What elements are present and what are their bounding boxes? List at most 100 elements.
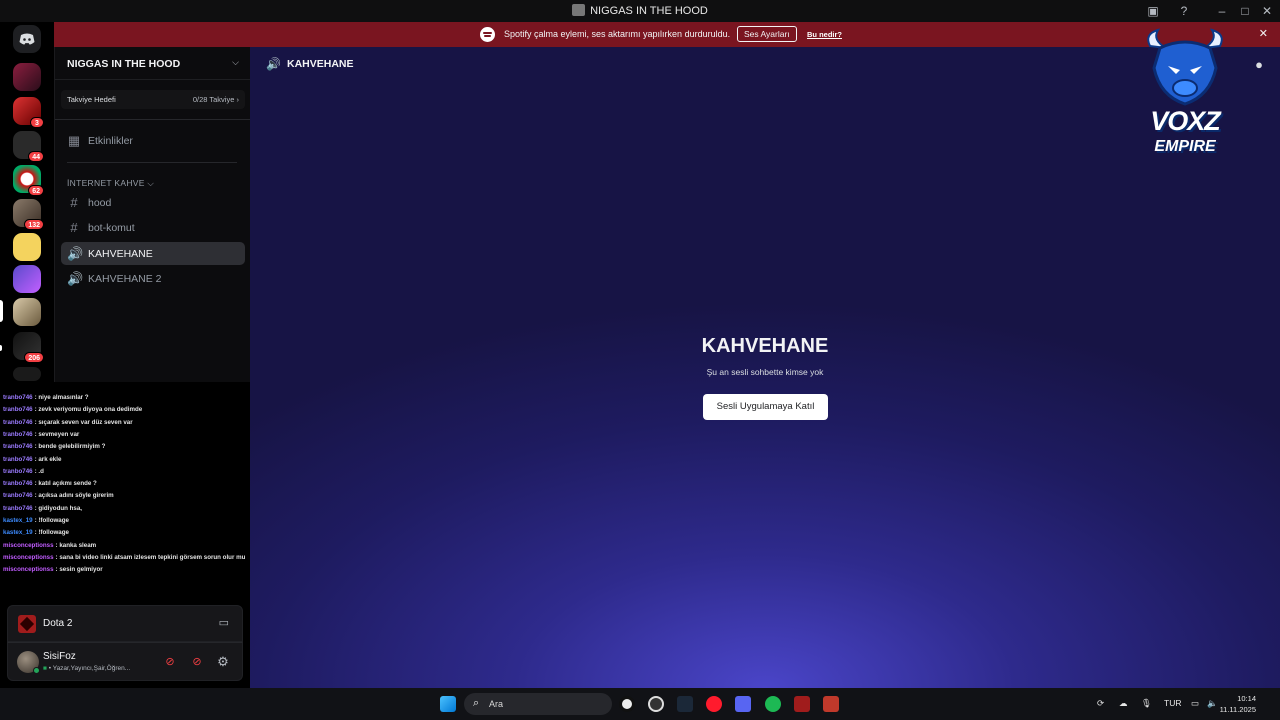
chat-username: tranbo746 xyxy=(3,394,33,401)
chat-username: tranbo746 xyxy=(3,430,33,438)
join-voice-button[interactable]: Sesli Uygulamaya Katıl xyxy=(703,394,828,420)
chat-text: : bende gelebilirmiyim ? xyxy=(34,443,106,451)
channel-category[interactable]: İNTERNET KAHVE ⌵ xyxy=(67,178,154,189)
chat-message: tranbo746: sıçarak seven var düz seven v… xyxy=(3,419,133,426)
channel-bot-komut[interactable]: # bot-komut xyxy=(61,216,245,239)
what-is-this-link[interactable]: Bu nedir? xyxy=(807,30,842,39)
discord-home-icon[interactable] xyxy=(13,25,41,53)
audio-settings-button[interactable]: Ses Ayarları xyxy=(737,26,797,42)
minimize-icon[interactable]: – xyxy=(1214,3,1230,19)
banner-message: Spotify çalma eylemi, ses aktarımı yapıl… xyxy=(504,29,731,39)
boost-count: 0/28 Takviye › xyxy=(192,95,239,104)
close-window-icon[interactable]: ✕ xyxy=(1259,3,1275,19)
close-icon[interactable]: ✕ xyxy=(1259,27,1268,40)
server-icon[interactable]: 3 xyxy=(13,97,44,128)
server-header[interactable]: NIGGAS IN THE HOOD ⌵ xyxy=(55,47,251,80)
chat-bubble-icon[interactable]: ● xyxy=(1255,57,1263,72)
events-item[interactable]: ▦ Etkinlikler xyxy=(61,129,245,152)
server-icon[interactable]: 206 xyxy=(13,332,44,363)
discord-icon[interactable] xyxy=(735,696,751,712)
server-icon[interactable] xyxy=(13,298,41,326)
chat-username: kastex_19 xyxy=(3,517,33,524)
sync-icon[interactable]: ⟳ xyxy=(1097,698,1104,709)
search-icon: ⌕ xyxy=(473,697,480,709)
channel-label: bot-komut xyxy=(88,222,135,234)
chat-text: : !followage xyxy=(34,529,69,537)
server-icon[interactable]: 44 xyxy=(13,131,44,162)
chat-message: misconceptionss: kanka sleam xyxy=(3,542,96,549)
channel-label: KAHVEHANE xyxy=(88,248,153,260)
screen-share-icon[interactable]: ▭ xyxy=(219,616,229,629)
app-icon[interactable] xyxy=(648,696,664,712)
online-status-icon xyxy=(33,667,40,674)
chat-text: : açıksa adını söyle girerim xyxy=(34,492,114,500)
clock-time: 10:14 xyxy=(1237,694,1256,703)
search-placeholder: Ara xyxy=(489,699,504,709)
mic-muted-icon[interactable]: ⊘ xyxy=(161,653,179,671)
server-icon[interactable] xyxy=(13,265,41,293)
chat-message: tranbo746: gidiyodun hsa, xyxy=(3,505,82,512)
chat-message: tranbo746: zevk veriyomu diyoya ona dedi… xyxy=(3,406,142,413)
voice-channel-view: 🔊 KAHVEHANE ● KAHVEHANE Şu an sesli sohb… xyxy=(250,47,1280,688)
channel-kahvehane-2[interactable]: 🔊 KAHVEHANE 2 xyxy=(61,267,245,290)
inbox-icon[interactable]: ▣ xyxy=(1145,3,1161,19)
calendar-icon: ▦ xyxy=(67,133,81,148)
server-icon[interactable] xyxy=(13,367,41,381)
chat-text: : .d xyxy=(34,467,44,475)
chat-message: kastex_19: !followage xyxy=(3,517,69,524)
spotify-icon[interactable] xyxy=(765,696,781,712)
chat-username: misconceptionss xyxy=(3,566,54,574)
gear-icon[interactable]: ⚙ xyxy=(214,653,232,671)
chat-message: misconceptionss: sana bi video linki ats… xyxy=(3,554,245,561)
obs-icon[interactable] xyxy=(619,696,635,712)
stream-chat-overlay: tranbo746: niye almasınlar ? tranbo746: z… xyxy=(0,382,250,602)
chat-message: misconceptionss: sesin gelmiyor xyxy=(3,566,103,573)
volume-icon[interactable]: 🔈 xyxy=(1207,698,1218,709)
empty-voice-subtitle: Şu an sesli sohbette kimse yok xyxy=(706,367,824,377)
microphone-icon[interactable]: 🎙 xyxy=(1141,698,1152,709)
category-label: İNTERNET KAHVE xyxy=(67,178,145,188)
server-icon[interactable]: 132 xyxy=(13,199,44,230)
channel-label: hood xyxy=(88,197,112,209)
server-name: NIGGAS IN THE HOOD xyxy=(67,58,181,70)
server-favicon-icon xyxy=(572,4,586,16)
help-icon[interactable]: ? xyxy=(1176,3,1192,19)
custom-status-text: • Yazar,Yayıncı,Şair,Öğren... xyxy=(48,665,131,672)
boost-goal-bar[interactable]: Takviye Hedefi 0/28 Takviye › xyxy=(61,90,245,109)
channel-kahvehane[interactable]: 🔊 KAHVEHANE xyxy=(61,242,245,265)
username[interactable]: SisiFoz xyxy=(43,651,76,662)
game-name: Dota 2 xyxy=(43,618,73,629)
chat-username: misconceptionss xyxy=(3,541,54,549)
server-rail: 3 44 62 132 206 xyxy=(0,22,54,382)
steam-icon[interactable] xyxy=(677,696,693,712)
server-icon[interactable]: 62 xyxy=(13,165,44,196)
server-icon[interactable] xyxy=(13,233,41,261)
divider xyxy=(67,162,237,163)
hashtag-icon: # xyxy=(70,195,78,210)
chat-username: misconceptionss xyxy=(3,553,54,561)
cloud-icon[interactable]: ☁ xyxy=(1119,698,1128,709)
mention-badge: 3 xyxy=(30,117,44,128)
taskbar-search[interactable]: ⌕ Ara xyxy=(464,693,612,715)
mention-badge: 132 xyxy=(24,219,44,230)
network-icon[interactable]: ▭ xyxy=(1191,698,1199,709)
chat-username: tranbo746 xyxy=(3,455,33,463)
server-icon[interactable] xyxy=(13,63,41,91)
chat-text: : ark ekle xyxy=(34,455,62,463)
spotify-notice-banner: Spotify çalma eylemi, ses aktarımı yapıl… xyxy=(54,22,1280,47)
clock[interactable]: 10:14 11.11.2025 xyxy=(1220,693,1256,715)
windows-taskbar: ⌕ Ara ⟳ ☁ 🎙 TUR ▭ 🔈 10:14 11.11.2025 xyxy=(0,688,1280,720)
language-indicator[interactable]: TUR xyxy=(1164,698,1181,708)
chat-text: : !followage xyxy=(34,517,69,524)
chat-text: : kanka sleam xyxy=(55,541,97,549)
spotify-icon xyxy=(480,27,495,42)
chat-message: tranbo746: niye almasınlar ? xyxy=(3,394,89,401)
windows-start-icon[interactable] xyxy=(440,696,456,712)
maximize-icon[interactable]: □ xyxy=(1237,3,1253,19)
dota-2-icon[interactable] xyxy=(794,696,810,712)
deafen-icon[interactable]: ⊘ xyxy=(188,653,206,671)
app-icon[interactable] xyxy=(823,696,839,712)
mention-badge: 62 xyxy=(28,185,44,196)
channel-hood[interactable]: # hood xyxy=(61,191,245,214)
opera-icon[interactable] xyxy=(706,696,722,712)
